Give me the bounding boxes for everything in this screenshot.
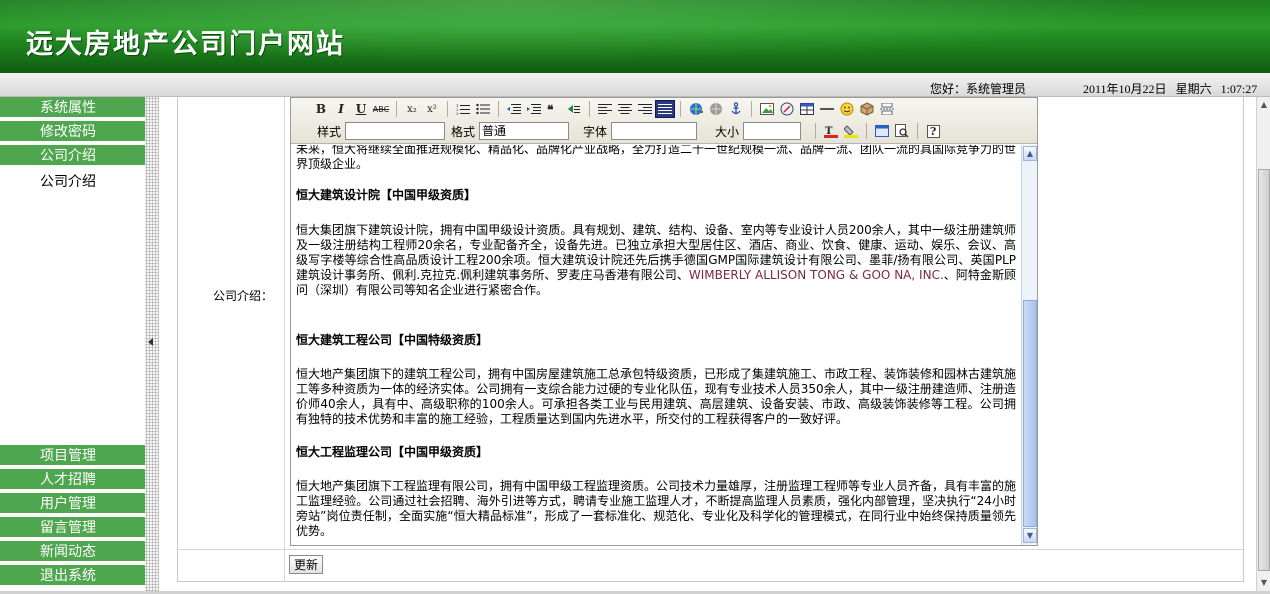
page-scroll-thumb[interactable] bbox=[1258, 169, 1270, 571]
page-scroll-down-icon[interactable]: ▼ bbox=[1258, 575, 1270, 589]
align-center-icon[interactable] bbox=[615, 100, 635, 118]
size-select[interactable] bbox=[743, 122, 802, 140]
background-color-icon[interactable] bbox=[841, 122, 861, 140]
section-heading-construction: 恒大建筑工程公司【中国特级资质】 bbox=[296, 333, 489, 347]
design-body-english-firm: WIMBERLY ALLISON TONG & GOO NA, INC. bbox=[688, 268, 944, 282]
collapse-sidebar-icon[interactable] bbox=[148, 338, 153, 346]
sidebar: 系统属性 修改密码 公司介绍 公司介绍 项目管理 人才招聘 用户管理 留言管理 … bbox=[0, 97, 145, 591]
format-label: 格式 bbox=[451, 124, 476, 139]
menu-item-news[interactable]: 新闻动态 bbox=[0, 541, 145, 563]
insert-image-icon[interactable] bbox=[757, 100, 777, 118]
company-intro-label: 公司介绍： bbox=[213, 289, 274, 303]
section-body-construction: 恒大地产集团旗下的建筑工程公司，拥有中国房屋建筑施工总承包特级资质，已形成了集建… bbox=[296, 367, 1017, 426]
subscript-button[interactable]: x₂ bbox=[402, 100, 422, 118]
svg-text:❝: ❝ bbox=[547, 103, 554, 115]
outdent-icon[interactable] bbox=[504, 100, 524, 118]
align-left-icon[interactable] bbox=[595, 100, 615, 118]
toolbar-separator bbox=[396, 101, 397, 117]
form-column-divider bbox=[284, 97, 285, 581]
toolbar-row-selects: 样式 格式 普通 字体 大小 T ? bbox=[311, 121, 943, 141]
toolbar-separator bbox=[680, 101, 681, 117]
section-heading-design-institute: 恒大建筑设计院【中国甲级资质】 bbox=[296, 188, 477, 202]
special-char-icon[interactable] bbox=[857, 100, 877, 118]
submenu-item-company-intro[interactable]: 公司介绍 bbox=[40, 171, 96, 191]
align-right-icon[interactable] bbox=[635, 100, 655, 118]
help-button[interactable]: ? bbox=[923, 122, 943, 140]
insert-table-icon[interactable] bbox=[797, 100, 817, 118]
form-row-divider bbox=[178, 549, 1243, 550]
smiley-icon[interactable] bbox=[837, 100, 857, 118]
superscript-button[interactable]: x² bbox=[422, 100, 442, 118]
weekday-text: 星期六 bbox=[1175, 82, 1212, 96]
menu-item-logout[interactable]: 退出系统 bbox=[0, 565, 145, 587]
font-select[interactable] bbox=[611, 122, 698, 140]
editor-content-area[interactable]: 未来，恒大将继续全面推进规模化、精品化、品牌化产业战略，全力打造二十一世纪规模一… bbox=[295, 145, 1019, 542]
page-scrollbar[interactable]: ▲ ▼ bbox=[1256, 97, 1270, 591]
page-break-icon[interactable] bbox=[877, 100, 897, 118]
format-select[interactable]: 普通 bbox=[479, 122, 570, 140]
toolbar-separator bbox=[866, 123, 868, 139]
text-color-icon[interactable]: T bbox=[821, 122, 841, 140]
menu-item-message-management[interactable]: 留言管理 bbox=[0, 517, 145, 539]
editor-toolbar: B I U ABC x₂ x² 123 ❝ 样式 格式 普通 字体 大小 T ? bbox=[291, 98, 1037, 144]
insert-flash-icon[interactable] bbox=[777, 100, 797, 118]
toolbar-separator bbox=[447, 101, 448, 117]
italic-button[interactable]: I bbox=[331, 100, 351, 118]
site-banner: 远大房地产公司门户网站 bbox=[0, 0, 1270, 73]
scroll-up-icon[interactable]: ▲ bbox=[1023, 146, 1037, 161]
site-title: 远大房地产公司门户网站 bbox=[26, 29, 345, 60]
menu-item-project-management[interactable]: 项目管理 bbox=[0, 445, 145, 467]
text-direction-icon[interactable] bbox=[564, 100, 584, 118]
toolbar-separator bbox=[498, 101, 499, 117]
menu-item-change-password[interactable]: 修改密码 bbox=[0, 121, 145, 143]
anchor-icon[interactable] bbox=[726, 100, 746, 118]
underline-button[interactable]: U bbox=[351, 100, 371, 118]
indent-icon[interactable] bbox=[524, 100, 544, 118]
menu-item-user-management[interactable]: 用户管理 bbox=[0, 493, 145, 515]
toolbar-separator bbox=[751, 101, 752, 117]
strikethrough-button[interactable]: ABC bbox=[371, 100, 391, 118]
scroll-thumb[interactable] bbox=[1023, 300, 1037, 527]
blockquote-icon[interactable]: ❝ bbox=[544, 100, 564, 118]
date-text: 2011年10月22日 bbox=[1083, 82, 1167, 96]
rich-text-editor[interactable]: B I U ABC x₂ x² 123 ❝ 样式 格式 普通 字体 大小 T ?… bbox=[290, 97, 1038, 546]
insert-link-icon[interactable] bbox=[686, 100, 706, 118]
time-text: 1:07:27 bbox=[1220, 82, 1258, 96]
size-label: 大小 bbox=[715, 124, 740, 139]
scroll-down-icon[interactable]: ▼ bbox=[1023, 528, 1037, 543]
toolbar-separator bbox=[589, 101, 590, 117]
section-heading-supervision: 恒大工程监理公司【中国甲级资质】 bbox=[296, 445, 489, 459]
page-scroll-up-icon[interactable]: ▲ bbox=[1258, 97, 1270, 111]
align-justify-icon[interactable] bbox=[655, 100, 675, 118]
preview-icon[interactable] bbox=[892, 122, 912, 140]
style-label: 样式 bbox=[317, 124, 342, 139]
style-select[interactable] bbox=[345, 122, 446, 140]
toolbar-row-formatting: B I U ABC x₂ x² 123 ❝ bbox=[311, 99, 897, 119]
menu-item-company-intro[interactable]: 公司介绍 bbox=[0, 145, 145, 167]
source-code-icon[interactable] bbox=[872, 122, 892, 140]
section-body-design-institute: 恒大集团旗下建筑设计院，拥有中国甲级设计资质。具有规划、建筑、结构、设备、室内等… bbox=[296, 223, 1016, 298]
help-icon: ? bbox=[926, 124, 940, 138]
toolbar-separator bbox=[917, 123, 919, 139]
horizontal-rule-icon[interactable] bbox=[817, 100, 837, 118]
bold-button[interactable]: B bbox=[311, 100, 331, 118]
unordered-list-icon[interactable] bbox=[473, 100, 493, 118]
unlink-icon[interactable] bbox=[706, 100, 726, 118]
menu-item-recruitment[interactable]: 人才招聘 bbox=[0, 469, 145, 491]
user-greeting: 您好：系统管理员 bbox=[930, 82, 1027, 96]
status-bar: 您好：系统管理员 2011年10月22日 星期六 1:07:27 bbox=[0, 73, 1270, 97]
section-body-supervision: 恒大地产集团旗下工程监理有限公司，拥有中国甲级工程监理资质。公司技术力量雄厚，注… bbox=[296, 479, 1017, 538]
menu-item-system-properties[interactable]: 系统属性 bbox=[0, 97, 145, 119]
ordered-list-icon[interactable]: 123 bbox=[453, 100, 473, 118]
intro-paragraph: 未来，恒大将继续全面推进规模化、精品化、品牌化产业战略，全力打造二十一世纪规模一… bbox=[296, 145, 1017, 171]
font-label: 字体 bbox=[583, 124, 608, 139]
update-button[interactable]: 更新 bbox=[289, 555, 323, 574]
toolbar-separator bbox=[815, 123, 817, 139]
datetime-display: 2011年10月22日 星期六 1:07:27 bbox=[1083, 80, 1263, 97]
editor-scrollbar[interactable]: ▲ ▼ bbox=[1021, 145, 1037, 545]
svg-text:3: 3 bbox=[456, 111, 459, 115]
